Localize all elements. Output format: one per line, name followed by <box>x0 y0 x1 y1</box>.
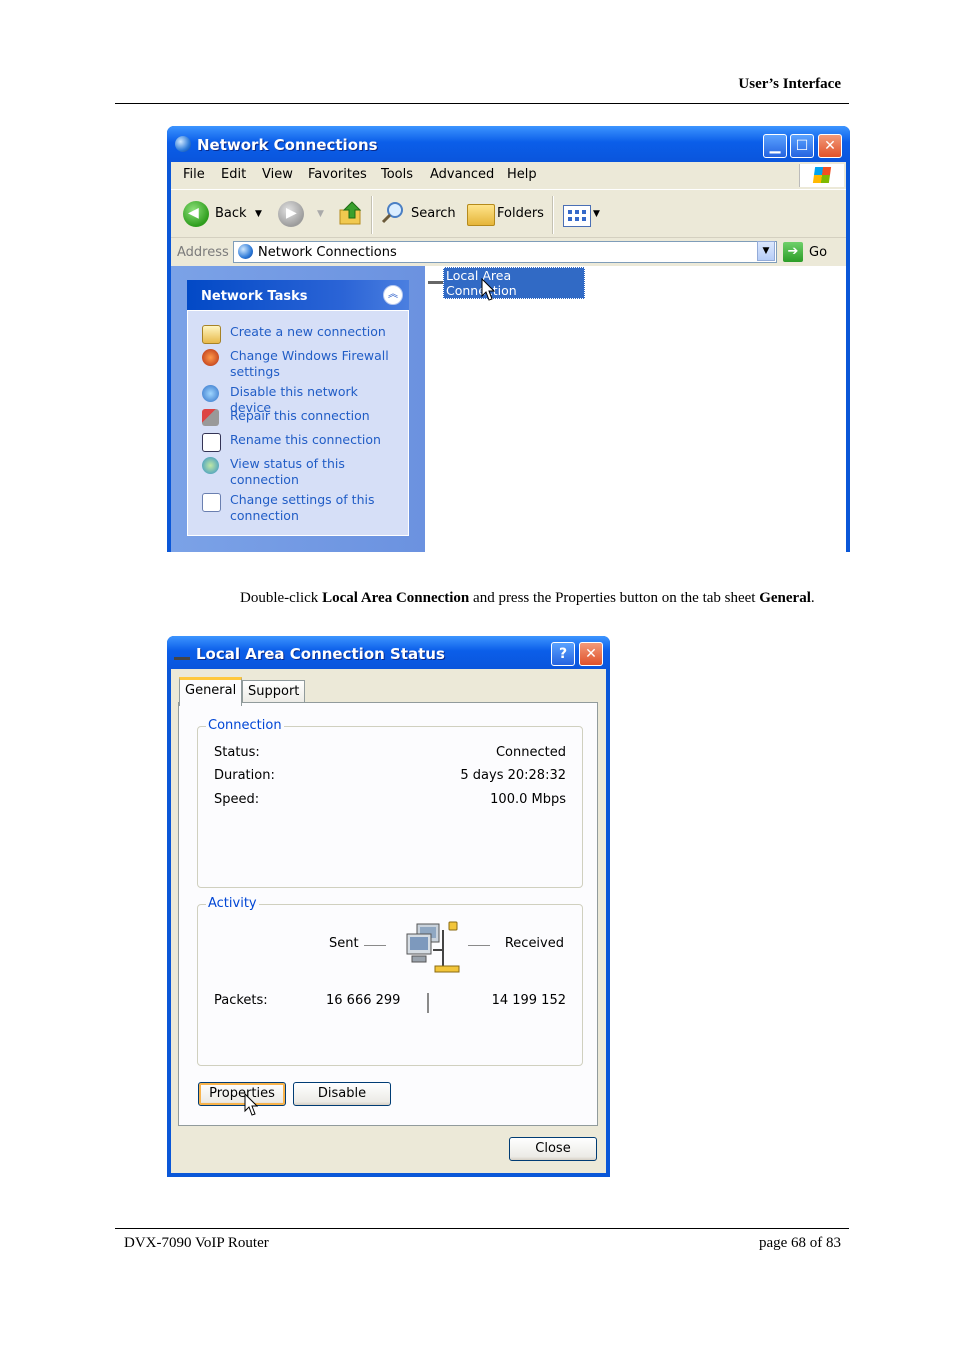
list-item[interactable]: Local Area Connection <box>425 266 585 299</box>
disable-device-icon <box>202 385 219 402</box>
views-dropdown-icon[interactable]: ▼ <box>593 209 600 219</box>
go-button[interactable]: Go <box>809 245 827 260</box>
toolbar: Back ▼ ▼ Search Folders ▼ <box>171 189 846 238</box>
views-icon[interactable] <box>563 205 591 227</box>
menu-help[interactable]: Help <box>507 167 537 182</box>
packets-label: Packets: <box>214 993 268 1008</box>
address-dropdown-icon[interactable]: ▼ <box>757 241 775 261</box>
connection-status-dialog: Local Area Connection Status ? ✕ General… <box>167 636 610 1177</box>
address-value: Network Connections <box>258 245 397 260</box>
back-dropdown-icon[interactable]: ▼ <box>255 209 262 219</box>
menu-file[interactable]: File <box>183 167 205 182</box>
settings-checklist-icon <box>202 493 221 512</box>
folders-button[interactable]: Folders <box>497 206 544 221</box>
toolbar-separator <box>371 196 373 234</box>
received-label: Received <box>504 936 564 951</box>
received-line <box>468 945 490 946</box>
network-tasks-list: Create a new connection Change Windows F… <box>187 310 409 536</box>
go-arrow-icon[interactable]: ➔ <box>783 242 803 262</box>
forward-dropdown-icon[interactable]: ▼ <box>317 209 324 219</box>
tab-support[interactable]: Support <box>242 680 306 703</box>
firewall-icon <box>202 349 219 366</box>
dialog-body: General Support Connection Status: Conne… <box>171 669 606 1173</box>
sent-label: Sent <box>329 936 359 951</box>
network-tasks-panel: Network Tasks ︽ Create a new connection … <box>187 280 409 536</box>
minimize-button[interactable]: ▁ <box>763 134 787 158</box>
footer-page-number: page 68 of 83 <box>758 1235 841 1251</box>
instruction-paragraph: Double-click Local Area Connection and p… <box>240 590 815 606</box>
connection-groupbox: Connection Status: Connected Duration: 5… <box>197 718 583 888</box>
help-button[interactable]: ? <box>551 642 575 666</box>
wrench-icon <box>202 409 219 426</box>
back-button[interactable]: Back <box>215 206 247 221</box>
title-bar[interactable]: Local Area Connection Status ? ✕ <box>167 636 610 669</box>
network-connections-window: Network Connections ▁ ☐ ✕ File Edit View… <box>167 126 850 552</box>
connections-list: Local Area Connection <box>425 266 846 552</box>
status-value: Connected <box>495 745 566 760</box>
packets-divider <box>427 993 429 1013</box>
header-divider <box>115 103 849 104</box>
network-tasks-title: Network Tasks <box>201 289 308 304</box>
footer-product-name: DVX-7090 VoIP Router <box>124 1235 269 1251</box>
address-input[interactable]: Network Connections <box>233 241 777 263</box>
search-icon[interactable] <box>381 201 405 225</box>
new-connection-icon <box>202 325 221 344</box>
tab-general[interactable]: General <box>179 677 243 706</box>
view-status-icon <box>202 457 219 474</box>
maximize-button[interactable]: ☐ <box>790 134 814 158</box>
properties-button[interactable]: Properties <box>198 1082 286 1106</box>
duration-label: Duration: <box>214 768 275 783</box>
mouse-cursor-icon <box>244 1093 258 1116</box>
close-button[interactable]: ✕ <box>818 134 842 158</box>
status-label: Status: <box>214 745 260 760</box>
mouse-cursor-icon <box>481 278 495 301</box>
toolbar-separator <box>552 196 554 234</box>
title-bar[interactable]: Network Connections ▁ ☐ ✕ <box>167 126 850 162</box>
collapse-chevron-icon[interactable]: ︽ <box>383 285 403 305</box>
network-globe-icon <box>238 244 253 259</box>
menu-advanced[interactable]: Advanced <box>430 167 494 182</box>
duration-value: 5 days 20:28:32 <box>460 768 566 783</box>
close-button[interactable]: ✕ <box>579 642 603 666</box>
network-activity-icon <box>406 921 460 973</box>
local-area-connection-item: Local Area Connection <box>443 267 585 299</box>
search-button[interactable]: Search <box>411 206 456 221</box>
task-pane: Network Tasks ︽ Create a new connection … <box>171 266 425 552</box>
sent-line <box>364 945 386 946</box>
packets-received-value: 14 199 152 <box>491 993 566 1008</box>
footer-divider <box>115 1228 849 1229</box>
folder-up-icon[interactable] <box>339 200 363 226</box>
rename-icon <box>202 433 221 452</box>
page-header-title: User’s Interface <box>738 76 841 92</box>
activity-legend: Activity <box>206 896 259 911</box>
speed-label: Speed: <box>214 792 260 807</box>
menu-edit[interactable]: Edit <box>221 167 246 182</box>
menu-view[interactable]: View <box>262 167 293 182</box>
speed-value: 100.0 Mbps <box>490 792 566 807</box>
windows-logo-icon <box>799 164 844 187</box>
connection-legend: Connection <box>206 718 284 733</box>
window-title: Network Connections <box>197 136 378 154</box>
dialog-title: Local Area Connection Status <box>196 645 445 663</box>
lan-connection-icon <box>428 269 444 284</box>
network-tasks-header[interactable]: Network Tasks ︽ <box>187 280 409 310</box>
lan-connection-icon <box>174 647 190 660</box>
activity-groupbox: Activity Sent Received Packets: 16 666 2… <box>197 896 583 1066</box>
disable-button[interactable]: Disable <box>293 1082 391 1106</box>
forward-arrow-icon[interactable] <box>278 201 304 227</box>
close-dialog-button[interactable]: Close <box>509 1137 597 1161</box>
address-label: Address <box>177 245 229 260</box>
menu-bar: File Edit View Favorites Tools Advanced … <box>171 162 846 189</box>
back-arrow-icon[interactable] <box>183 201 209 227</box>
general-tab-sheet: Connection Status: Connected Duration: 5… <box>178 702 598 1126</box>
menu-tools[interactable]: Tools <box>381 167 413 182</box>
menu-favorites[interactable]: Favorites <box>308 167 367 182</box>
folders-icon[interactable] <box>467 204 495 226</box>
network-globe-icon <box>175 136 191 152</box>
packets-sent-value: 16 666 299 <box>326 993 401 1008</box>
address-bar: Address Network Connections ▼ ➔ Go <box>171 237 846 266</box>
